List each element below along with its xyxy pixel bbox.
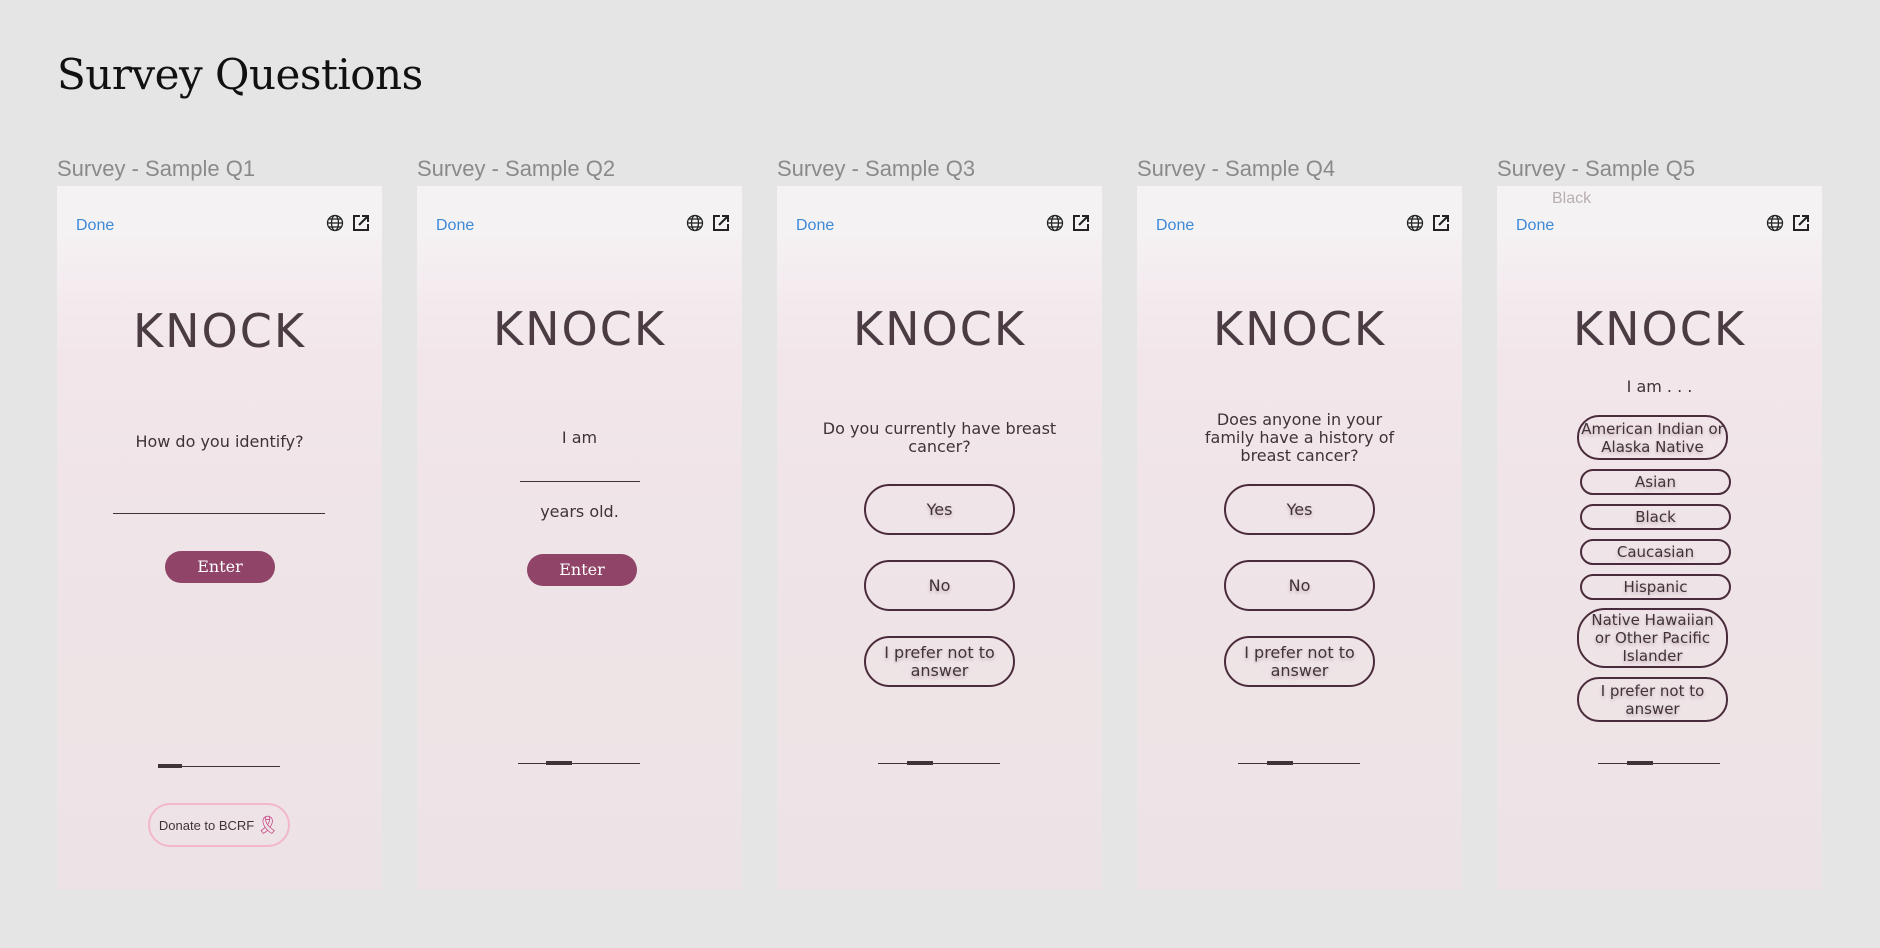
progress-indicator	[1267, 761, 1293, 765]
progress-track	[518, 763, 640, 764]
screen-q3: Done KNOCK Do you currently have breast …	[777, 186, 1102, 890]
screen-q2: Done KNOCK I am years old. Enter	[417, 186, 742, 890]
progress-track	[1238, 763, 1360, 764]
knock-logo: KNOCK	[1212, 302, 1387, 356]
frame-label-q1: Survey - Sample Q1	[57, 156, 256, 181]
frame-label-q3: Survey - Sample Q3	[777, 156, 976, 181]
donate-label: Donate to BCRF	[158, 817, 255, 833]
external-link-icon[interactable]	[1431, 213, 1451, 233]
enter-button[interactable]: Enter	[527, 554, 637, 586]
option-asian-button[interactable]: Asian	[1580, 469, 1731, 495]
knock-logo: KNOCK	[132, 304, 307, 358]
question-text: Does anyone in your family have a histor…	[1204, 410, 1395, 465]
question-text: Do you currently have breast cancer?	[822, 419, 1057, 456]
answer-input-line[interactable]	[113, 513, 325, 514]
option-black-button[interactable]: Black	[1580, 504, 1731, 530]
progress-indicator	[158, 764, 182, 768]
external-link-icon[interactable]	[711, 213, 731, 233]
option-prefer-not-button[interactable]: I prefer not to answer	[1224, 636, 1375, 687]
screen-q5: Black Done KNOCK I am . . . American Ind…	[1497, 186, 1822, 890]
option-yes-button[interactable]: Yes	[864, 484, 1015, 535]
globe-grid-icon[interactable]	[325, 213, 345, 233]
done-button[interactable]: Done	[1516, 217, 1554, 235]
progress-indicator	[907, 761, 933, 765]
done-button[interactable]: Done	[436, 217, 474, 235]
age-prefix-text: I am	[561, 428, 598, 447]
option-yes-button[interactable]: Yes	[1224, 484, 1375, 535]
done-button[interactable]: Done	[1156, 217, 1194, 235]
external-link-icon[interactable]	[1071, 213, 1091, 233]
frame-label-q4: Survey - Sample Q4	[1137, 156, 1336, 181]
progress-indicator	[546, 761, 572, 765]
option-prefer-not-button[interactable]: I prefer not to answer	[1577, 677, 1728, 722]
option-no-button[interactable]: No	[1224, 560, 1375, 611]
progress-track	[1598, 763, 1720, 764]
option-native-hawaiian-button[interactable]: Native Hawaiian or Other Pacific Islande…	[1577, 608, 1728, 668]
option-american-indian-button[interactable]: American Indian or Alaska Native	[1577, 415, 1728, 460]
frame-label-q2: Survey - Sample Q2	[417, 156, 616, 181]
question-text: I am . . .	[1626, 377, 1693, 396]
knock-logo: KNOCK	[1572, 302, 1747, 356]
external-link-icon[interactable]	[351, 213, 371, 233]
option-prefer-not-button[interactable]: I prefer not to answer	[864, 636, 1015, 687]
ribbon-icon: 🎗	[256, 814, 280, 835]
enter-button[interactable]: Enter	[165, 551, 275, 583]
frame-label-q5: Survey - Sample Q5	[1497, 156, 1696, 181]
globe-grid-icon[interactable]	[1405, 213, 1425, 233]
globe-grid-icon[interactable]	[1045, 213, 1065, 233]
external-link-icon[interactable]	[1791, 213, 1811, 233]
knock-logo: KNOCK	[492, 302, 667, 356]
donate-button[interactable]: Donate to BCRF 🎗	[148, 803, 290, 847]
globe-grid-icon[interactable]	[685, 213, 705, 233]
progress-track	[878, 763, 1000, 764]
globe-grid-icon[interactable]	[1765, 213, 1785, 233]
question-text: How do you identify?	[135, 432, 304, 451]
option-caucasian-button[interactable]: Caucasian	[1580, 539, 1731, 565]
screen-q1: Done KNOCK How do you identify? Enter Do…	[57, 186, 382, 890]
done-button[interactable]: Done	[76, 217, 114, 235]
ghost-drag-label: Black	[1552, 190, 1592, 207]
progress-indicator	[1627, 761, 1653, 765]
age-suffix-text: years old.	[540, 502, 619, 521]
page-title: Survey Questions	[57, 50, 423, 99]
done-button[interactable]: Done	[796, 217, 834, 235]
screen-q4: Done KNOCK Does anyone in your family ha…	[1137, 186, 1462, 890]
knock-logo: KNOCK	[852, 302, 1027, 356]
option-hispanic-button[interactable]: Hispanic	[1580, 574, 1731, 600]
age-input-line[interactable]	[520, 481, 640, 482]
option-no-button[interactable]: No	[864, 560, 1015, 611]
